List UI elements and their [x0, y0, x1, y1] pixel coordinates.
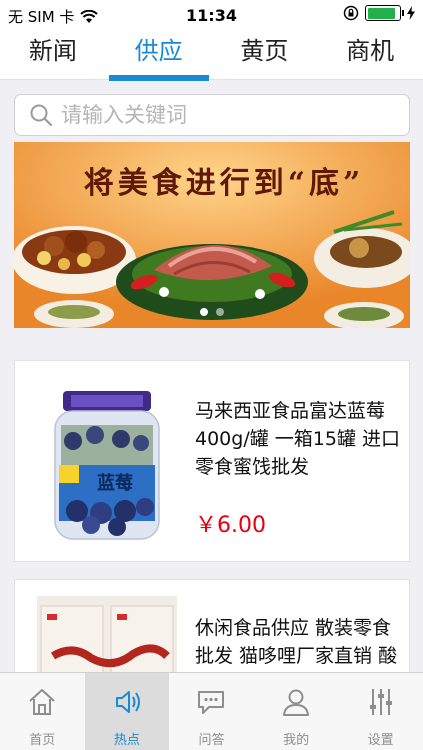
tab-yellow-pages[interactable]: 黄页: [212, 30, 318, 79]
product-title[interactable]: 休闲食品供应 散装零食批发 猫哆哩厂家直销 酸: [195, 614, 403, 670]
top-tab-bar: 新闻 供应 黄页 商机: [0, 30, 423, 81]
home-icon: [29, 689, 55, 715]
search-bar[interactable]: [14, 94, 410, 136]
speaker-icon: [115, 691, 140, 713]
nav-hot[interactable]: 热点: [84, 673, 170, 750]
battery-level: [367, 7, 396, 19]
status-bar: 无 SIM 卡 11:34: [0, 0, 423, 30]
nav-settings-label: 设置: [367, 733, 394, 748]
status-right: [343, 5, 415, 21]
nav-qa-label: 问答: [198, 733, 225, 748]
product-card[interactable]: 蓝莓 马来西亚食品富达蓝莓400g/罐 一箱15罐 进口零食蜜饯批发 ￥6.00: [14, 360, 410, 562]
tab-news[interactable]: 新闻: [0, 30, 106, 79]
rotation-lock-icon: [343, 5, 359, 21]
bottom-nav: 首页 热点 问答 我的 设置: [0, 672, 423, 750]
sliders-icon: [369, 689, 392, 715]
jar-label-text: 蓝莓: [97, 472, 133, 494]
banner-dot-1[interactable]: [200, 308, 208, 316]
nav-settings[interactable]: 设置: [338, 673, 423, 750]
charging-icon: [407, 6, 415, 20]
chat-icon: [198, 691, 225, 714]
banner-pagination: [14, 308, 410, 316]
tab-supply[interactable]: 供应: [106, 30, 212, 81]
search-icon: [30, 104, 53, 127]
nav-mine[interactable]: 我的: [254, 673, 339, 750]
nav-mine-label: 我的: [283, 733, 310, 748]
tab-business[interactable]: 商机: [317, 30, 423, 79]
banner-slogan: 将美食进行到“底”: [83, 166, 365, 201]
nav-qa[interactable]: 问答: [169, 673, 254, 750]
blueberry-jar-image: 蓝莓: [54, 391, 160, 540]
user-icon: [283, 689, 310, 716]
nav-home[interactable]: 首页: [0, 673, 85, 750]
nav-hot-label: 热点: [113, 733, 140, 748]
product-price: ￥6.00: [195, 513, 266, 538]
promo-banner[interactable]: 将美食进行到“底”: [14, 142, 410, 328]
battery-icon: [365, 5, 404, 21]
search-input[interactable]: [61, 103, 381, 127]
nav-home-label: 首页: [29, 733, 56, 748]
product-title[interactable]: 马来西亚食品富达蓝莓400g/罐 一箱15罐 进口零食蜜饯批发: [195, 397, 403, 481]
banner-dot-2[interactable]: [216, 308, 224, 316]
